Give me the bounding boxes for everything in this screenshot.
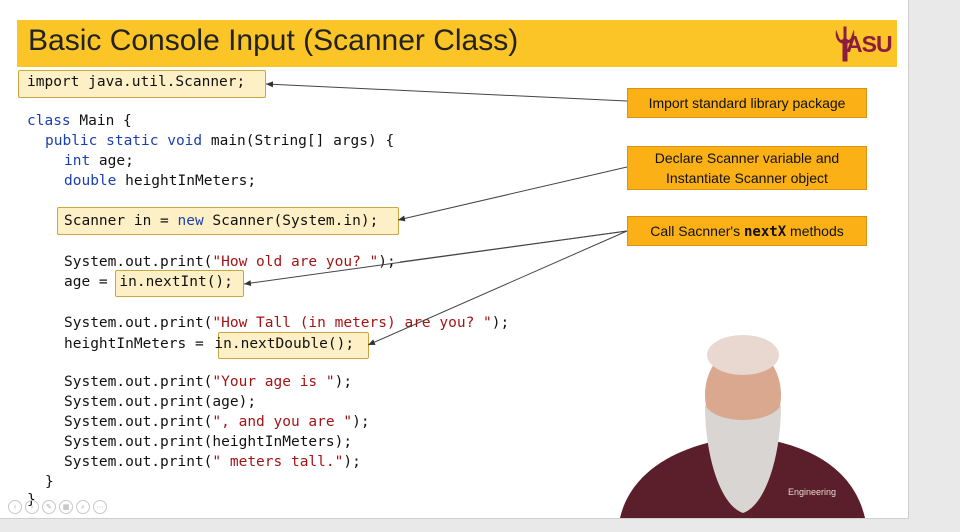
prev-slide-icon[interactable]: ‹ bbox=[8, 500, 22, 514]
pen-icon[interactable]: ✎ bbox=[42, 500, 56, 514]
slide-nav-controls: ‹ › ✎ ▦ ⌕ ⋯ bbox=[8, 500, 107, 516]
arrow-import bbox=[265, 81, 628, 102]
zoom-icon[interactable]: ⌕ bbox=[76, 500, 90, 514]
more-options-icon[interactable]: ⋯ bbox=[93, 500, 107, 514]
presenter-video: Engineering bbox=[610, 325, 870, 518]
arrow-call-nextint bbox=[243, 230, 628, 287]
slides-grid-icon[interactable]: ▦ bbox=[59, 500, 73, 514]
arrow-call-nextdouble bbox=[367, 230, 628, 346]
slide: Basic Console Input (Scanner Class) ASU … bbox=[0, 0, 909, 519]
next-slide-icon[interactable]: › bbox=[25, 500, 39, 514]
presenter-shirt-text: Engineering bbox=[788, 487, 836, 497]
arrow-declare bbox=[397, 166, 628, 222]
